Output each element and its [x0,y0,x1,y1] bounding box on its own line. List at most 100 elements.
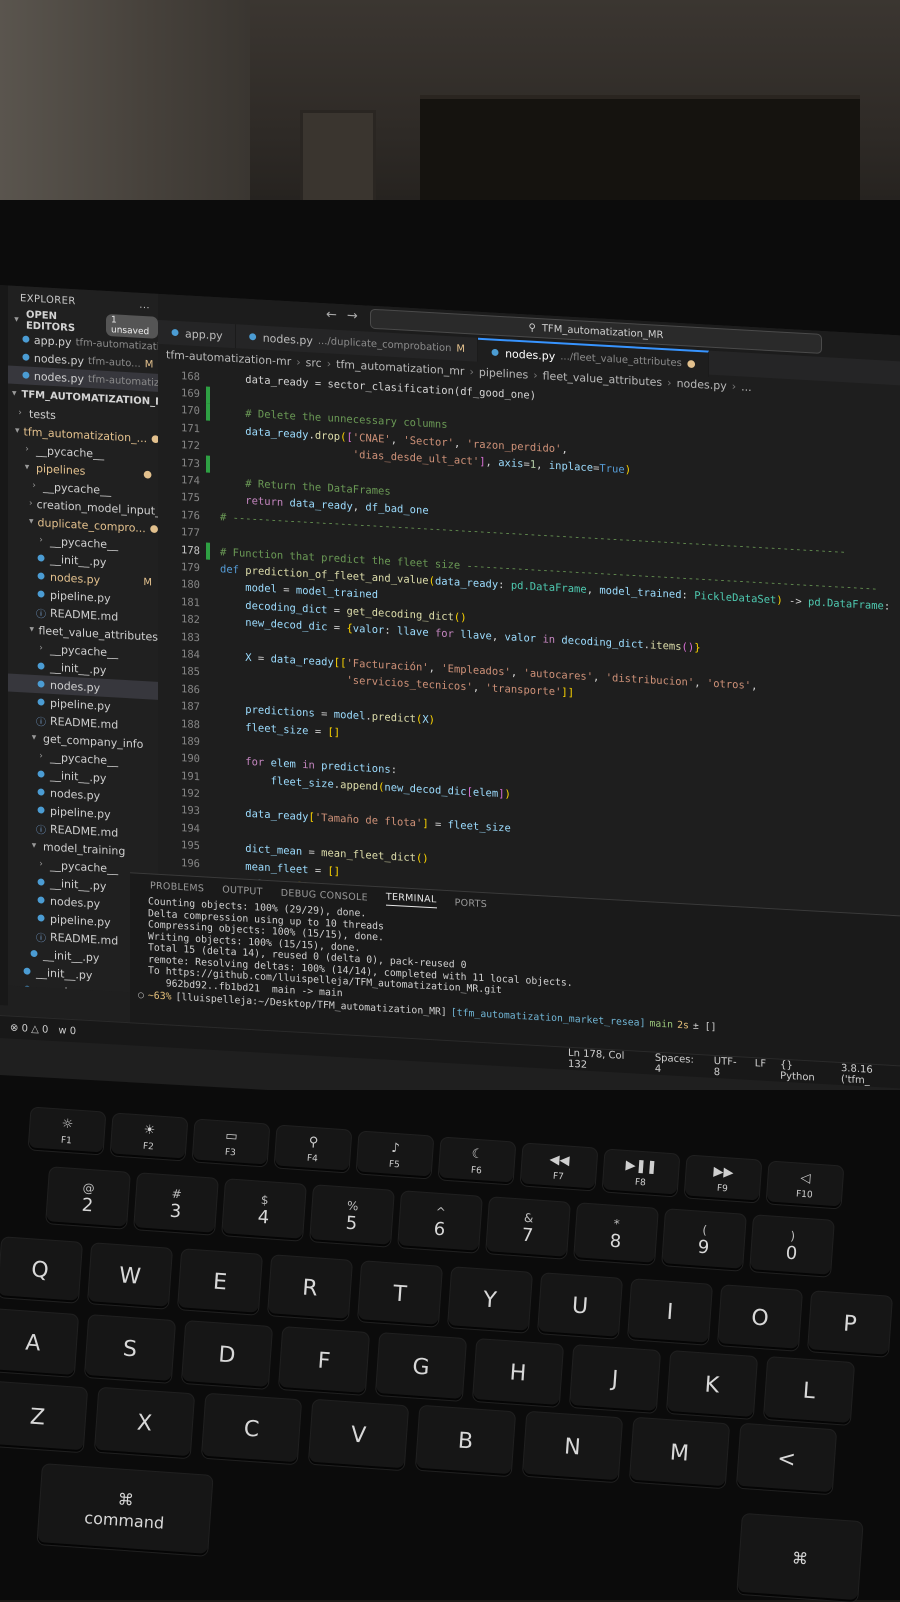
key-f7[interactable]: ◀◀ F7 [520,1143,598,1191]
key-9[interactable]: (9 [662,1209,746,1271]
key-l[interactable]: L [763,1357,855,1425]
key-v[interactable]: V [308,1399,409,1471]
key-4[interactable]: $4 [222,1179,306,1241]
key-s[interactable]: S [84,1315,176,1383]
panel-tab[interactable]: DEBUG CONSOLE [281,887,368,903]
code-token: elem [472,786,499,800]
code-token: = [251,652,271,666]
key-q[interactable]: Q [0,1237,82,1303]
key-command-right[interactable]: ⌘ [737,1513,863,1602]
python-interpreter[interactable]: 3.8.16 ('tfm_ [841,1063,900,1088]
code-token: data_ready [220,806,309,824]
panel-tab[interactable]: PROBLEMS [150,880,204,894]
code-token: axis [498,457,524,471]
prompt-git-branch: main [649,1017,674,1031]
key-t[interactable]: T [358,1261,442,1327]
key-label: A [24,1330,42,1356]
key-command-left[interactable]: ⌘ command [37,1464,213,1556]
key-n[interactable]: N [522,1411,623,1483]
breadcrumb-item[interactable]: fleet_value_attributes [543,369,663,389]
key-f6[interactable]: ☾ F6 [438,1137,516,1185]
tree-item-label: __pycache__ [50,642,119,660]
line-number: 180 [181,578,200,592]
tree-item-label: __init__.py [50,660,107,677]
key-x[interactable]: X [94,1387,195,1459]
key-8[interactable]: * 8 [574,1203,658,1265]
key-e[interactable]: E [178,1249,262,1315]
nav-arrows: ← → [326,307,358,324]
git-gutter-mark [206,455,210,473]
panel-tab[interactable]: OUTPUT [222,884,263,897]
panel-tab[interactable]: TERMINAL [385,891,437,909]
key-c[interactable]: C [201,1393,302,1465]
indentation[interactable]: Spaces: 4 [655,1053,700,1078]
file-name: app.py [33,333,72,349]
key-f[interactable]: F [278,1327,370,1395]
code-token: 'autocares' [523,667,594,684]
key-p[interactable]: P [808,1291,892,1357]
key-f5[interactable]: ♪ F5 [356,1131,434,1179]
key-r[interactable]: R [268,1255,352,1321]
key-g[interactable]: G [375,1333,467,1401]
key-o[interactable]: O [718,1285,802,1351]
tree-item-label: nodes.py [50,570,101,587]
git-gutter-mark [206,595,210,612]
key-f10[interactable]: ◁ F10 [766,1161,844,1209]
breadcrumb-item[interactable]: nodes.py [677,376,727,392]
key-f9[interactable]: ▶▶ F9 [684,1155,762,1203]
key-h[interactable]: H [472,1339,564,1407]
key-k[interactable]: K [666,1351,758,1419]
key-w[interactable]: W [88,1243,172,1309]
key-f1[interactable]: ☼ F1 [28,1107,106,1155]
key-f8[interactable]: ▶❚❚ F8 [602,1149,680,1197]
key-f4[interactable]: ⚲ F4 [274,1125,352,1173]
key-i[interactable]: I [628,1279,712,1345]
tab-path: .../duplicate_comprobation [317,335,452,354]
cursor-position[interactable]: Ln 178, Col 132 [568,1048,641,1074]
key-b[interactable]: B [415,1405,516,1477]
chevron-right-icon: › [296,355,301,369]
breadcrumb-item[interactable]: tfm-automatization-mr [166,348,291,368]
line-ending[interactable]: LF [755,1058,766,1081]
key-6[interactable]: ^ 6 [398,1191,482,1253]
key-f2[interactable]: ☀ F2 [110,1113,188,1161]
breadcrumb-item[interactable]: ... [741,380,752,394]
code-token: 'transporte' [485,682,562,699]
key-3[interactable]: #3 [134,1173,218,1235]
line-number: 186 [181,682,200,696]
activity-bar[interactable] [0,285,8,1006]
key-u[interactable]: U [538,1273,622,1339]
key-label: F2 [142,1141,155,1152]
breadcrumb-item[interactable]: tfm_automatization_mr [336,357,464,377]
chevron-down-icon: ▾ [15,425,20,437]
key-comma[interactable]: < [736,1423,837,1495]
breadcrumb-item[interactable]: src [306,356,322,370]
breadcrumb-item[interactable]: pipelines [479,365,528,381]
key-d[interactable]: D [181,1321,273,1389]
encoding[interactable]: UTF-8 [714,1056,741,1080]
key-y[interactable]: Y [448,1267,532,1333]
key-z[interactable]: Z [0,1381,88,1453]
key-label: Q [30,1256,50,1284]
problems-indicator[interactable]: ⊗ 0 △ 0 [10,1022,48,1035]
warning-count: 0 [42,1023,49,1036]
key-2[interactable]: @2 [46,1167,130,1229]
key-5[interactable]: % 5 [310,1185,394,1247]
editor-area: ← → ⚲ TFM_automatization_MR ● app.py ● node… [158,293,900,1009]
key-j[interactable]: J [569,1345,661,1413]
code-token: } [694,641,701,655]
line-number: 176 [181,508,200,522]
back-arrow-icon[interactable]: ← [326,307,337,323]
key-m[interactable]: M [629,1417,730,1489]
key-a[interactable]: A [0,1309,79,1377]
key-label: G [411,1353,431,1381]
more-actions-icon[interactable]: ... [139,299,150,311]
key-f3[interactable]: ▭ F3 [192,1119,270,1167]
keyboard: ☼ F1 ☀ F2 ▭ F3 ⚲ F4 ♪ F5 ☾ F6 ◀◀ F7 ▶❚❚ F8 ▶▶ F9 ◁ F10 @2 #3 $… [0,1090,900,1602]
key-0[interactable]: ) 0 [750,1215,834,1277]
panel-tab[interactable]: PORTS [455,897,487,910]
language-mode[interactable]: {} Python [780,1060,827,1085]
ports-indicator[interactable]: ᴡ 0 [58,1025,76,1037]
key-7[interactable]: & 7 [486,1197,570,1259]
forward-arrow-icon[interactable]: → [347,308,358,324]
